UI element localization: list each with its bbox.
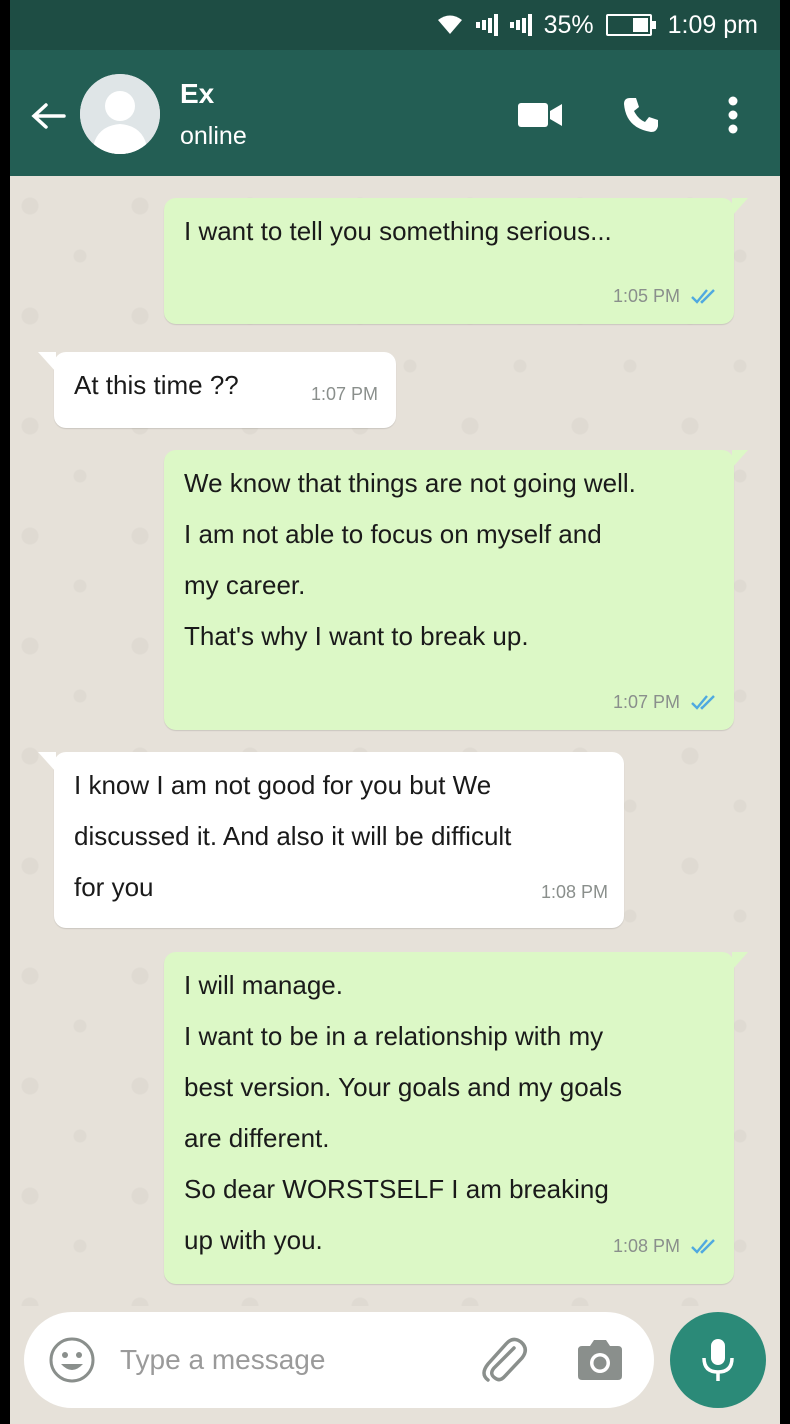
message-time: 1:05 PM [612, 286, 680, 306]
read-receipt-icon [691, 695, 715, 710]
message-text: I will manage. [184, 970, 343, 1000]
voice-record-button[interactable] [670, 1312, 766, 1408]
message-text: my career. [184, 570, 306, 600]
phone-screen: 35% 1:09 pm Ex online I want to tell you… [10, 0, 780, 1424]
message-time: 1:08 PM [612, 1236, 680, 1256]
outgoing-message[interactable]: I want to tell you something serious... … [164, 198, 748, 324]
message-text: for you [74, 872, 154, 902]
message-meta: 1:07 PM [311, 384, 378, 404]
message-text: best version. Your goals and my goals [184, 1072, 622, 1102]
outgoing-message[interactable]: We know that things are not going well. … [164, 450, 748, 730]
message-text: I want to be in a relationship with my [184, 1021, 604, 1051]
camera-button[interactable] [574, 1336, 626, 1384]
message-time: 1:07 PM [612, 692, 680, 712]
avatar[interactable] [80, 74, 160, 154]
attach-button[interactable] [476, 1334, 530, 1386]
message-composer [24, 1312, 654, 1408]
status-time: 1:09 pm [667, 10, 758, 39]
message-input[interactable] [120, 1338, 450, 1382]
battery-icon [605, 14, 656, 36]
read-receipt-icon [691, 289, 715, 304]
message-text: So dear WORSTSELF I am breaking [184, 1174, 609, 1204]
video-call-button[interactable] [515, 90, 565, 140]
message-meta: 1:08 PM [613, 1236, 718, 1256]
chat-header: Ex online [10, 50, 780, 176]
attachment-icon [482, 1337, 527, 1382]
contact-status: online [180, 122, 247, 150]
avatar-placeholder-icon [80, 74, 160, 154]
signal-icon [475, 14, 498, 36]
wifi-icon [436, 14, 464, 36]
message-meta: 1:08 PM [541, 882, 608, 902]
message-text: I know I am not good for you but We [74, 770, 492, 800]
incoming-message[interactable]: I know I am not good for you but We disc… [38, 752, 624, 928]
more-vert-icon [728, 96, 738, 134]
message-list[interactable]: I want to tell you something serious... … [10, 176, 780, 1306]
voice-call-button[interactable] [616, 90, 666, 140]
message-text: We know that things are not going well. [184, 468, 636, 498]
emoji-button[interactable] [46, 1334, 98, 1386]
video-call-icon [518, 103, 562, 127]
signal-icon [509, 14, 532, 36]
message-meta: 1:07 PM [613, 692, 718, 712]
camera-icon [578, 1340, 622, 1380]
outgoing-message[interactable]: I will manage. I want to be in a relatio… [164, 952, 748, 1284]
phone-icon [624, 98, 658, 132]
message-time: 1:08 PM [540, 882, 608, 902]
incoming-message[interactable]: At this time ?? 1:07 PM [38, 352, 396, 428]
emoji-icon [49, 1337, 95, 1383]
message-time: 1:07 PM [310, 384, 378, 404]
message-meta: 1:05 PM [613, 286, 718, 306]
battery-percent: 35% [543, 10, 594, 39]
status-bar: 35% 1:09 pm [10, 0, 780, 50]
more-options-button[interactable] [708, 90, 758, 140]
message-text: are different. [184, 1123, 330, 1153]
message-text: discussed it. And also it will be diffic… [74, 821, 512, 851]
contact-name[interactable]: Ex [180, 78, 214, 110]
back-arrow-icon[interactable] [28, 96, 68, 136]
message-text: That's why I want to break up. [184, 621, 529, 651]
message-text: I am not able to focus on myself and [184, 519, 602, 549]
message-text: I want to tell you something serious... [184, 216, 612, 246]
read-receipt-icon [691, 1239, 715, 1254]
mic-icon [702, 1339, 734, 1381]
